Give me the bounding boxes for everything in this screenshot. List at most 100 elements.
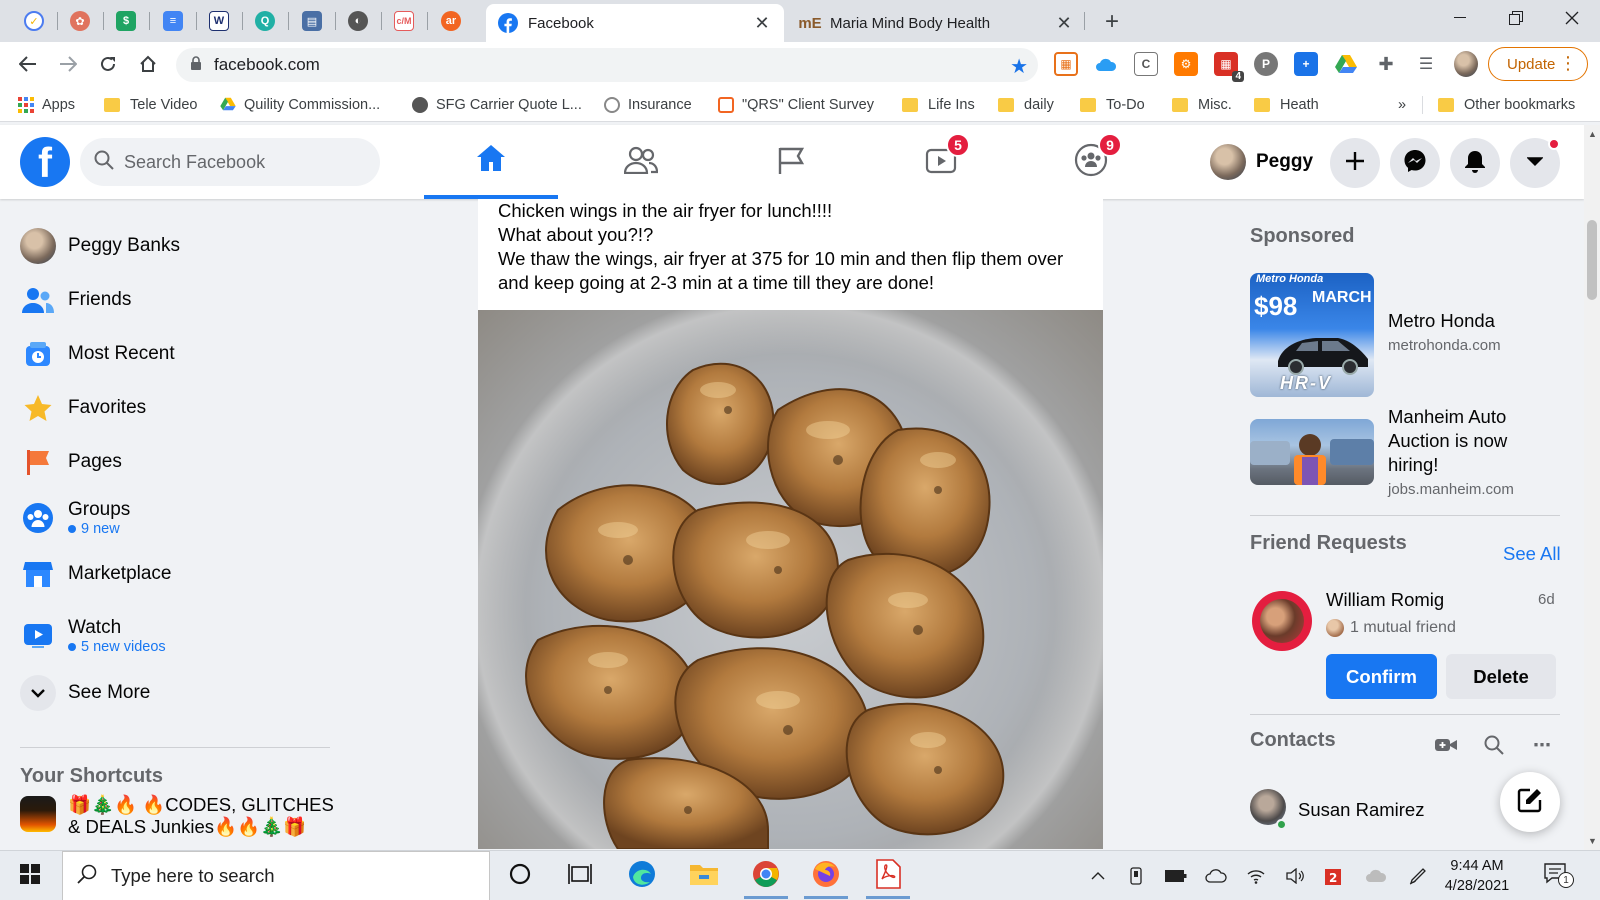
bookmark-sfg-carrier-quote[interactable]: SFG Carrier Quote L...	[412, 94, 582, 116]
pinned-tab-news[interactable]: ▤	[292, 6, 332, 36]
search-input[interactable]	[124, 151, 364, 173]
friend-request-name[interactable]: William Romig	[1326, 589, 1444, 611]
sidebar-item-most-recent[interactable]: Most Recent	[12, 328, 332, 380]
pinterest-icon[interactable]: P	[1254, 52, 1278, 76]
add-square-icon[interactable]: +	[1294, 52, 1318, 76]
facebook-logo[interactable]: f	[20, 137, 70, 187]
new-room-icon[interactable]	[1432, 731, 1460, 759]
grid-extension-icon[interactable]: ▦ 4	[1214, 52, 1244, 82]
battery-icon[interactable]	[1164, 864, 1188, 888]
pinned-tab-globe[interactable]: ◐	[338, 6, 378, 36]
window-close-button[interactable]	[1544, 0, 1600, 36]
bookmark-quility-commission[interactable]: Quility Commission...	[220, 94, 380, 116]
close-icon[interactable]: ✕	[752, 13, 772, 33]
pinned-tab-ar[interactable]: ar	[431, 6, 471, 36]
ad-manheim[interactable]: Manheim Auto Auction is now hiring! jobs…	[1250, 405, 1560, 498]
bookmark-heath[interactable]: Heath	[1254, 94, 1319, 116]
reload-button[interactable]	[92, 48, 124, 80]
action-center-icon[interactable]: 1	[1544, 862, 1574, 888]
home-button[interactable]	[132, 48, 164, 80]
sidebar-item-pages[interactable]: Pages	[12, 436, 332, 488]
page-scrollbar[interactable]: ▲ ▼	[1584, 125, 1600, 850]
bookmark-misc[interactable]: Misc.	[1172, 94, 1232, 116]
confirm-button[interactable]: Confirm	[1326, 654, 1437, 699]
show-hidden-icons-chevron-up-icon[interactable]	[1086, 864, 1110, 888]
forward-button[interactable]	[52, 48, 84, 80]
file-explorer-app[interactable]	[676, 853, 732, 899]
shortcut-item[interactable]: 🎁🎄🔥 🔥CODES, GLITCHES & DEALS Junkies🔥🔥🎄🎁	[20, 794, 340, 844]
bookmark-qrs-client-survey[interactable]: "QRS" Client Survey	[718, 94, 874, 116]
profile-avatar[interactable]	[1454, 51, 1478, 77]
bookmark-tele-video[interactable]: Tele Video	[104, 94, 197, 116]
contact-item[interactable]: Susan Ramirez	[1250, 789, 1424, 830]
pdf-app[interactable]	[860, 853, 916, 899]
delete-button[interactable]: Delete	[1446, 654, 1556, 699]
meet-now-icon[interactable]	[1124, 864, 1148, 888]
notifications-button[interactable]	[1450, 138, 1500, 188]
reading-list-icon[interactable]: ☰	[1414, 52, 1438, 76]
restore-button[interactable]	[1488, 0, 1544, 36]
extension-grid-icon[interactable]: ▦	[1054, 52, 1078, 76]
scroll-down-arrow[interactable]: ▼	[1588, 836, 1597, 846]
scroll-thumb[interactable]	[1587, 220, 1597, 300]
new-message-button[interactable]	[1500, 772, 1560, 832]
firefox-app[interactable]	[798, 853, 854, 899]
ad-metro-honda[interactable]: Metro Honda $98 MARCH HR-V Metro Honda m…	[1250, 273, 1560, 397]
nav-watch[interactable]: 5	[876, 125, 1006, 199]
taskbar-search[interactable]: Type here to search	[62, 851, 490, 900]
task-view-button[interactable]	[552, 853, 608, 899]
pinned-tab-q[interactable]: Q	[245, 6, 285, 36]
pinned-tab-docs[interactable]: ≡	[153, 6, 193, 36]
see-all-link[interactable]: See All	[1503, 543, 1561, 565]
google-drive-icon[interactable]	[1334, 52, 1358, 76]
hubspot-icon[interactable]: ⚙	[1174, 52, 1198, 76]
scroll-up-arrow[interactable]: ▲	[1588, 129, 1597, 139]
avatar[interactable]	[1252, 591, 1312, 651]
calendar-c-icon[interactable]: C	[1134, 52, 1158, 76]
update-button[interactable]: Update ⋮	[1488, 47, 1588, 81]
pinned-tab-w[interactable]: W	[199, 6, 239, 36]
post-photo-chicken-wings[interactable]	[478, 310, 1103, 849]
system-clock[interactable]: 9:44 AM 4/28/2021	[1432, 856, 1522, 896]
sidebar-item-marketplace[interactable]: Marketplace	[12, 548, 332, 600]
bookmark-daily[interactable]: daily	[998, 94, 1054, 116]
search-icon[interactable]	[1480, 731, 1508, 759]
close-icon[interactable]: ✕	[1054, 13, 1074, 33]
messenger-button[interactable]	[1390, 138, 1440, 188]
volume-icon[interactable]	[1284, 864, 1308, 888]
dropbox-alert-icon[interactable]: 2	[1322, 864, 1346, 888]
onedrive-icon[interactable]	[1204, 864, 1228, 888]
bookmark-star-icon[interactable]: ★	[1010, 54, 1028, 79]
nav-groups[interactable]: 9	[1026, 125, 1156, 199]
pen-icon[interactable]	[1406, 864, 1430, 888]
tab-facebook[interactable]: Facebook ✕	[486, 4, 784, 42]
bookmark-apps[interactable]: Apps	[18, 94, 75, 116]
more-options-icon[interactable]: ⋯	[1528, 731, 1556, 759]
pinned-tab-brain[interactable]: ✿	[60, 6, 100, 36]
nav-friends[interactable]	[576, 125, 706, 199]
cloud-sync-icon[interactable]	[1364, 864, 1388, 888]
cloud-icon[interactable]	[1094, 52, 1118, 76]
chrome-app[interactable]	[738, 853, 794, 899]
edge-app[interactable]	[614, 853, 670, 899]
sidebar-item-favorites[interactable]: Favorites	[12, 382, 332, 434]
start-button[interactable]	[10, 859, 50, 893]
tab-maria-mind-body-health[interactable]: mE Maria Mind Body Health ✕	[788, 4, 1086, 42]
sidebar-item-watch[interactable]: Watch 5 new videos	[12, 606, 332, 666]
pinned-tab-dollar[interactable]: $	[106, 6, 146, 36]
search-bar[interactable]	[80, 138, 380, 186]
nav-pages[interactable]	[726, 125, 856, 199]
account-menu-button[interactable]	[1510, 138, 1560, 188]
sidebar-item-profile[interactable]: Peggy Banks	[12, 220, 332, 272]
new-tab-button[interactable]: +	[1098, 8, 1126, 36]
more-bookmarks-button[interactable]: »	[1398, 94, 1406, 116]
sidebar-item-friends[interactable]: Friends	[12, 274, 332, 326]
address-bar[interactable]: facebook.com ★	[176, 48, 1038, 82]
back-button[interactable]	[12, 48, 44, 80]
cortana-button[interactable]	[492, 853, 548, 899]
bookmark-other-bookmarks[interactable]: Other bookmarks	[1438, 94, 1575, 116]
bookmark-insurance[interactable]: Insurance	[604, 94, 692, 116]
sidebar-item-groups[interactable]: Groups 9 new	[12, 488, 332, 548]
pinned-tab-check[interactable]: ✓	[14, 6, 54, 36]
minimize-button[interactable]	[1432, 0, 1488, 36]
